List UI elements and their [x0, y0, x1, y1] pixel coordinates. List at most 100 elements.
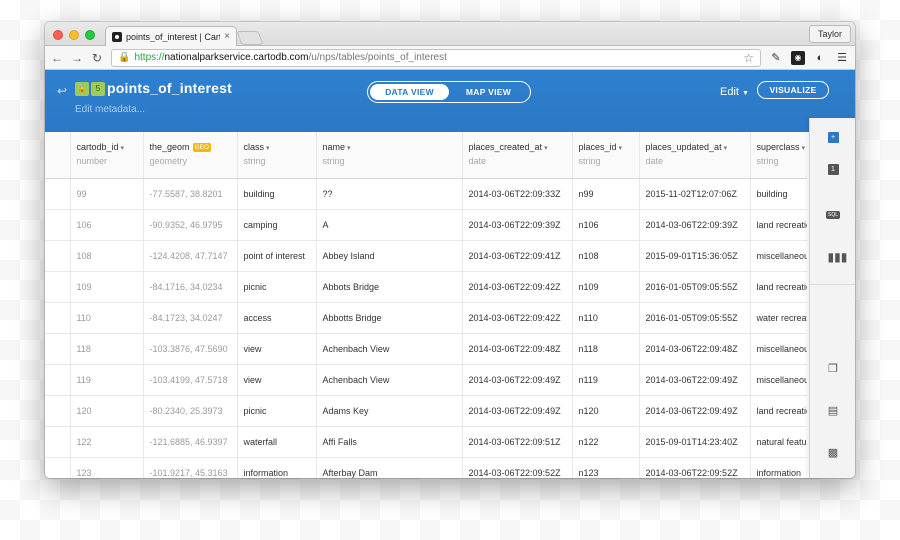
table-cell[interactable]: -101.9217, 45.3163 — [143, 457, 238, 478]
zoom-window-button[interactable] — [85, 30, 95, 40]
row-gutter[interactable] — [45, 302, 71, 334]
table-cell[interactable]: Abbey Island — [316, 240, 463, 272]
eyedropper-icon[interactable]: ✎ — [769, 51, 783, 65]
table-cell[interactable]: 2014-03-06T22:09:52Z — [639, 457, 751, 478]
table-cell[interactable]: n118 — [572, 333, 640, 365]
column-header-name[interactable]: name ▾ string — [316, 132, 463, 179]
layer-button[interactable]: 1 — [810, 154, 855, 184]
table-row[interactable]: 118 -103.3876, 47.5690 view Achenbach View 2… — [45, 333, 807, 365]
table-cell[interactable]: Adams Key — [316, 395, 463, 427]
table-cell[interactable]: information — [750, 457, 807, 478]
merge-tables-button[interactable]: ❐ — [810, 354, 855, 384]
table-cell[interactable]: 118 — [70, 333, 144, 365]
table-cell[interactable]: 119 — [70, 364, 144, 396]
sort-caret-icon[interactable]: ▾ — [266, 145, 270, 152]
table-cell[interactable]: 2015-09-01T15:36:05Z — [639, 240, 751, 272]
table-cell[interactable]: miscellaneous — [750, 333, 807, 365]
table-cell[interactable]: waterfall — [237, 426, 317, 458]
table-cell[interactable]: 2014-03-06T22:09:39Z — [639, 209, 751, 241]
table-cell[interactable]: n106 — [572, 209, 640, 241]
table-cell[interactable]: -84.1723, 34.0247 — [143, 302, 238, 334]
column-header-places-id[interactable]: places_id ▾ string — [572, 132, 640, 179]
table-cell[interactable]: land recreatio — [750, 271, 807, 303]
table-cell[interactable]: camping — [237, 209, 317, 241]
column-header-class[interactable]: class ▾ string — [237, 132, 317, 179]
back-icon[interactable]: ↩ — [57, 84, 67, 98]
row-gutter[interactable] — [45, 240, 71, 272]
extension-icon[interactable]: ◉ — [791, 50, 805, 65]
table-cell[interactable]: 2014-03-06T22:09:48Z — [462, 333, 573, 365]
row-gutter[interactable] — [45, 178, 71, 210]
table-cell[interactable]: 2014-03-06T22:09:49Z — [462, 395, 573, 427]
table-cell[interactable]: miscellaneous — [750, 240, 807, 272]
table-cell[interactable]: 108 — [70, 240, 144, 272]
sort-caret-icon[interactable]: ▾ — [724, 145, 728, 152]
table-cell[interactable]: view — [237, 333, 317, 365]
table-cell[interactable]: 2014-03-06T22:09:42Z — [462, 302, 573, 334]
table-cell[interactable]: n123 — [572, 457, 640, 478]
table-cell[interactable]: 99 — [70, 178, 144, 210]
table-cell[interactable]: 2015-11-02T12:07:06Z — [639, 178, 751, 210]
column-header-places-created-at[interactable]: places_created_at ▾ date — [462, 132, 573, 179]
sort-caret-icon[interactable]: ▾ — [802, 145, 806, 152]
table-cell[interactable]: -103.4199, 47.5718 — [143, 364, 238, 396]
sort-caret-icon[interactable]: ▾ — [347, 145, 351, 152]
new-tab-button[interactable] — [236, 31, 264, 45]
bookmark-star-icon[interactable]: ☆ — [743, 51, 754, 65]
table-cell[interactable]: 2016-01-05T09:05:55Z — [639, 302, 751, 334]
table-cell[interactable]: 2014-03-06T22:09:49Z — [639, 395, 751, 427]
table-cell[interactable]: 123 — [70, 457, 144, 478]
map-view-button[interactable]: MAP VIEW — [449, 84, 528, 100]
table-cell[interactable]: access — [237, 302, 317, 334]
table-cell[interactable]: 2014-03-06T22:09:51Z — [462, 426, 573, 458]
edit-metadata-link[interactable]: Edit metadata... — [75, 104, 145, 115]
table-row[interactable]: 122 -121.6885, 46.9397 waterfall Affi Falls… — [45, 426, 807, 458]
table-cell[interactable]: -121.6885, 46.9397 — [143, 426, 238, 458]
table-cell[interactable]: picnic — [237, 395, 317, 427]
table-cell[interactable]: 2014-03-06T22:09:39Z — [462, 209, 573, 241]
edit-menu[interactable]: Edit ▼ — [720, 86, 749, 98]
table-cell[interactable]: 2014-03-06T22:09:42Z — [462, 271, 573, 303]
minimize-window-button[interactable] — [69, 30, 79, 40]
column-header-the-geom[interactable]: the_geom GEO geometry — [143, 132, 238, 179]
table-cell[interactable]: view — [237, 364, 317, 396]
table-cell[interactable]: Abbots Bridge — [316, 271, 463, 303]
forward-arrow-icon[interactable]: → — [71, 51, 83, 65]
table-cell[interactable]: n110 — [572, 302, 640, 334]
table-cell[interactable]: picnic — [237, 271, 317, 303]
table-cell[interactable]: A — [316, 209, 463, 241]
visualize-button[interactable]: VISUALIZE — [757, 81, 829, 99]
chart-button[interactable]: ▮▮▮ — [810, 242, 855, 272]
table-cell[interactable]: 2014-03-06T22:09:52Z — [462, 457, 573, 478]
table-row[interactable]: 123 -101.9217, 45.3163 information Afterbay… — [45, 457, 807, 478]
sort-caret-icon[interactable]: ▾ — [619, 145, 623, 152]
table-cell[interactable]: building — [750, 178, 807, 210]
table-cell[interactable]: land recreatio — [750, 395, 807, 427]
table-cell[interactable]: n109 — [572, 271, 640, 303]
table-row[interactable]: 119 -103.4199, 47.5718 view Achenbach View 2… — [45, 364, 807, 396]
table-cell[interactable]: 109 — [70, 271, 144, 303]
table-cell[interactable]: -80.2340, 25.3973 — [143, 395, 238, 427]
table-row[interactable]: 110 -84.1723, 34.0247 access Abbotts Bridge… — [45, 302, 807, 334]
table-cell[interactable]: n99 — [572, 178, 640, 210]
table-cell[interactable]: natural featur — [750, 426, 807, 458]
table-cell[interactable]: -103.3876, 47.5690 — [143, 333, 238, 365]
table-cell[interactable]: Abbotts Bridge — [316, 302, 463, 334]
back-arrow-icon[interactable]: ← — [51, 51, 63, 65]
table-cell[interactable]: Affi Falls — [316, 426, 463, 458]
table-cell[interactable]: Afterbay Dam — [316, 457, 463, 478]
reload-icon[interactable]: ↻ — [91, 51, 103, 65]
table-cell[interactable]: Achenbach View — [316, 364, 463, 396]
table-cell[interactable]: miscellaneous — [750, 364, 807, 396]
table-cell[interactable]: -90.9352, 46.9795 — [143, 209, 238, 241]
legend-button[interactable]: ▩ — [810, 438, 855, 468]
table-cell[interactable]: -84.1716, 34.0234 — [143, 271, 238, 303]
table-cell[interactable]: n120 — [572, 395, 640, 427]
row-gutter[interactable] — [45, 271, 71, 303]
close-window-button[interactable] — [53, 30, 63, 40]
table-cell[interactable]: -77.5587, 38.8201 — [143, 178, 238, 210]
sql-button[interactable]: SQL — [810, 200, 855, 230]
table-cell[interactable]: 106 — [70, 209, 144, 241]
column-header-cartodb-id[interactable]: cartodb_id ▾ number — [70, 132, 144, 179]
add-layer-button[interactable]: + — [810, 122, 855, 152]
